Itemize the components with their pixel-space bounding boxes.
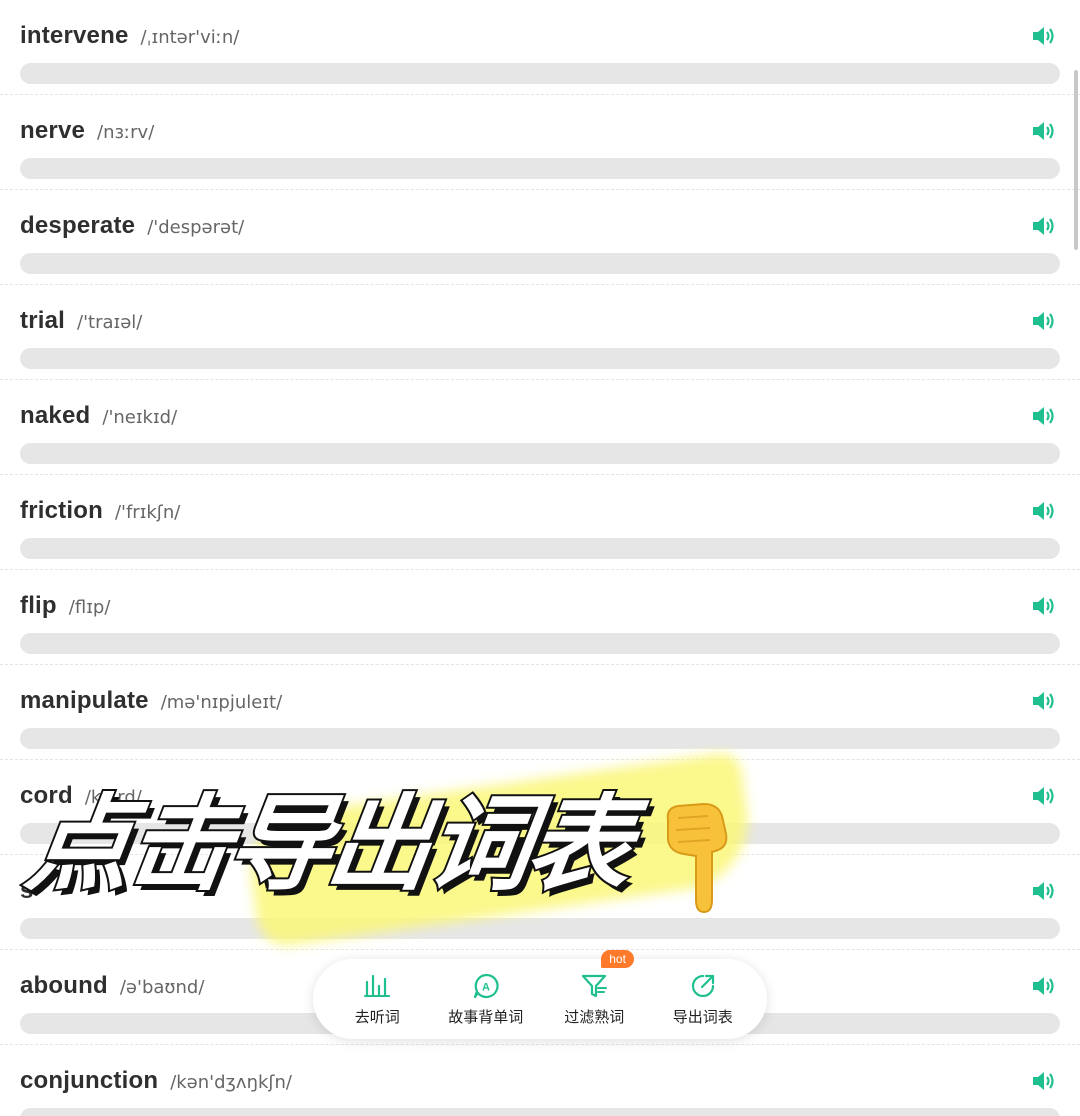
speaker-icon[interactable] — [1032, 786, 1056, 806]
word-text: nerve — [20, 117, 86, 144]
word-text: naked — [20, 402, 91, 429]
word-text: conjunction — [20, 1067, 159, 1094]
speaker-icon[interactable] — [1032, 501, 1056, 521]
filter-icon — [582, 974, 608, 997]
word-row[interactable]: friction /'frɪkʃn/ — [0, 475, 1080, 570]
speaker-icon[interactable] — [1032, 691, 1056, 711]
word-list: intervene /ˌɪntər'viːn/ nerve /nɜːrv/ de… — [0, 0, 1080, 1116]
listen-words-button[interactable]: 去听词 — [332, 972, 422, 1027]
speaker-icon[interactable] — [1032, 311, 1056, 331]
meaning-placeholder[interactable] — [20, 253, 1060, 274]
meaning-placeholder[interactable] — [20, 633, 1060, 654]
speaker-icon[interactable] — [1032, 596, 1056, 616]
speaker-icon[interactable] — [1032, 216, 1056, 236]
word-text: intervene — [20, 22, 129, 49]
phonetic-text: /nɜːrv/ — [97, 122, 155, 143]
scrollbar[interactable] — [1074, 70, 1078, 250]
meaning-placeholder[interactable] — [20, 538, 1060, 559]
meaning-placeholder[interactable] — [20, 158, 1060, 179]
promo-caption: 点击导出词表 — [17, 781, 638, 907]
word-text: manipulate — [20, 687, 149, 714]
word-text: abound — [20, 972, 108, 999]
action-label: 导出词表 — [672, 1007, 733, 1026]
meaning-placeholder[interactable] — [20, 63, 1060, 84]
story-vocab-button[interactable]: A 故事背单词 — [441, 972, 531, 1027]
meaning-placeholder[interactable] — [20, 443, 1060, 464]
filter-known-words-button[interactable]: hot 过滤熟词 — [549, 949, 639, 1027]
word-row[interactable]: flip /flɪp/ — [0, 570, 1080, 665]
speaker-icon[interactable] — [1032, 1071, 1056, 1091]
speaker-icon[interactable] — [1032, 976, 1056, 996]
phonetic-text: /ə'baʊnd/ — [119, 977, 205, 998]
word-row[interactable]: intervene /ˌɪntər'viːn/ — [0, 0, 1080, 95]
hot-badge: hot — [601, 949, 634, 968]
phonetic-text: /'traɪəl/ — [77, 312, 143, 333]
phonetic-text: /'frɪkʃn/ — [114, 502, 181, 523]
audio-bars-icon — [364, 974, 391, 997]
phonetic-text: /'neɪkɪd/ — [102, 407, 178, 428]
meaning-placeholder[interactable] — [20, 918, 1060, 939]
pointing-down-hand-icon — [666, 802, 728, 914]
word-row[interactable]: manipulate /mə'nɪpjuleɪt/ — [0, 665, 1080, 760]
speaker-icon[interactable] — [1032, 406, 1056, 426]
action-label: 故事背单词 — [448, 1007, 524, 1026]
phonetic-text: /flɪp/ — [68, 597, 111, 618]
meaning-placeholder[interactable] — [20, 1108, 1060, 1116]
action-label: 过滤熟词 — [564, 1007, 625, 1026]
phonetic-text: /'despərət/ — [147, 217, 245, 238]
phonetic-text: /mə'nɪpjuleɪt/ — [160, 692, 283, 713]
word-row[interactable]: nerve /nɜːrv/ — [0, 95, 1080, 190]
word-row[interactable]: trial /'traɪəl/ — [0, 285, 1080, 380]
word-text: trial — [20, 307, 66, 334]
bottom-action-bar: 去听词 A 故事背单词 hot 过滤熟词 导出词表 — [313, 949, 767, 1039]
phonetic-text: /ˌɪntər'viːn/ — [140, 27, 240, 48]
export-icon — [691, 974, 714, 997]
word-row[interactable]: naked /'neɪkɪd/ — [0, 380, 1080, 475]
speaker-icon[interactable] — [1032, 881, 1056, 901]
word-text: flip — [20, 592, 57, 619]
phonetic-text: /kən'dʒʌŋkʃn/ — [170, 1072, 292, 1093]
export-wordlist-button[interactable]: 导出词表 — [658, 972, 748, 1027]
word-row[interactable]: conjunction /kən'dʒʌŋkʃn/ — [0, 1045, 1080, 1116]
meaning-placeholder[interactable] — [20, 348, 1060, 369]
action-label: 去听词 — [354, 1007, 400, 1026]
story-a-icon: A — [473, 973, 499, 998]
speaker-icon[interactable] — [1032, 121, 1056, 141]
word-text: friction — [20, 497, 103, 524]
word-row[interactable]: desperate /'despərət/ — [0, 190, 1080, 285]
speaker-icon[interactable] — [1032, 26, 1056, 46]
word-list-page: intervene /ˌɪntər'viːn/ nerve /nɜːrv/ de… — [0, 0, 1080, 1116]
svg-text:A: A — [482, 981, 490, 993]
word-text: desperate — [20, 212, 136, 239]
meaning-placeholder[interactable] — [20, 728, 1060, 749]
